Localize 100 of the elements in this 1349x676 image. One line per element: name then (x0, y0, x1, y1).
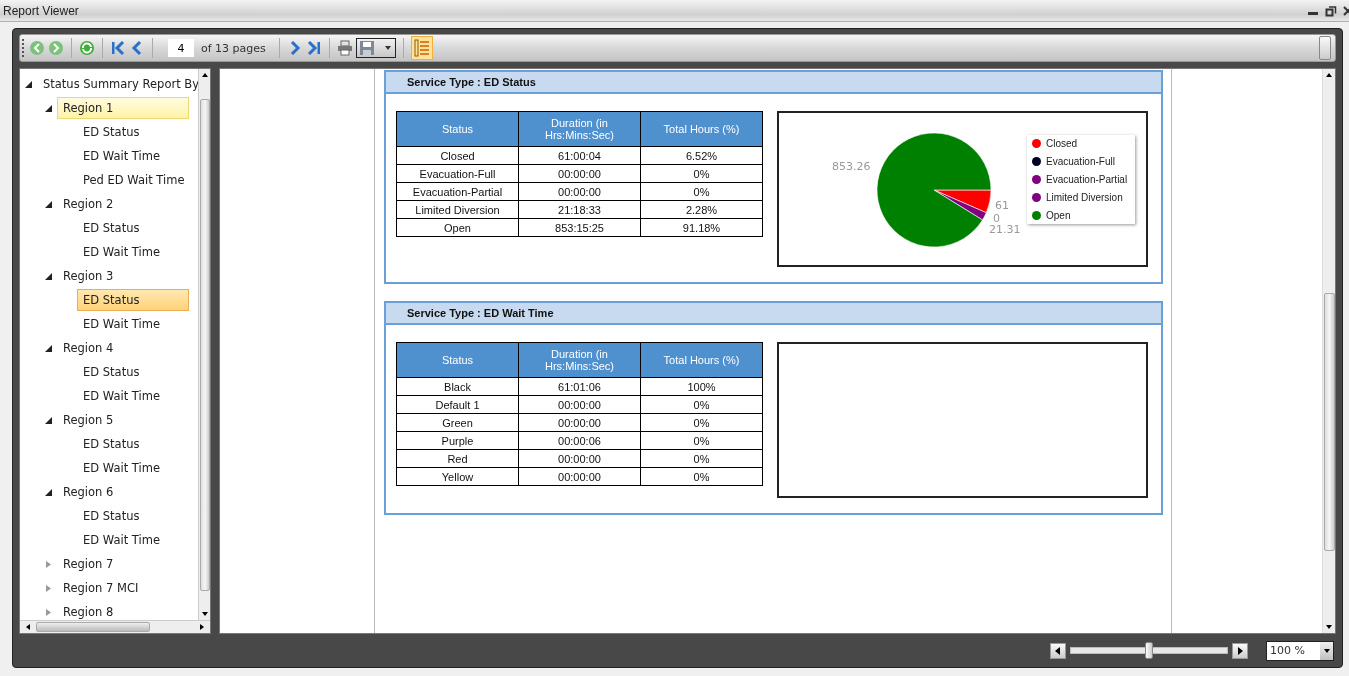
expanded-triangle-icon[interactable] (44, 199, 53, 209)
table-cell: Closed (396, 146, 519, 165)
tree-item[interactable]: ED Wait Time (77, 385, 166, 407)
table-cell: 6.52% (640, 146, 763, 165)
page-count-label: of 13 pages (201, 41, 266, 55)
tree-item[interactable]: ED Wait Time (77, 145, 166, 167)
scroll-left-icon[interactable] (24, 623, 32, 631)
close-icon[interactable] (1343, 5, 1349, 16)
table-cell: Black (396, 377, 519, 396)
expanded-triangle-icon[interactable] (44, 487, 53, 497)
scroll-right-icon[interactable] (198, 623, 206, 631)
table-cell: 61:00:04 (518, 146, 641, 165)
table-cell: 00:00:00 (518, 467, 641, 486)
expanded-triangle-icon[interactable] (44, 415, 53, 425)
tree-item[interactable]: ED Status (77, 505, 146, 527)
refresh-icon[interactable] (79, 40, 95, 56)
zoom-dropdown[interactable]: 100 % (1266, 640, 1334, 661)
tree-item[interactable]: ED Wait Time (77, 529, 166, 551)
vertical-scrollbar[interactable] (1322, 69, 1335, 633)
right-arrow-icon (1237, 646, 1243, 655)
legend-label: Evacuation-Partial (1046, 174, 1128, 185)
document-map-toggle[interactable] (410, 36, 433, 60)
table-cell: Green (396, 413, 519, 432)
tree-item[interactable]: Status Summary Report By (37, 73, 198, 95)
horizontal-scrollbar[interactable] (20, 620, 210, 633)
expanded-triangle-icon[interactable] (44, 343, 53, 353)
tree-item[interactable]: Region 4 (57, 337, 120, 359)
zoom-value: 100 % (1269, 644, 1306, 657)
column-header: Status (396, 111, 519, 147)
tree-item[interactable]: Region 7 (57, 553, 120, 575)
first-page-icon[interactable] (110, 40, 126, 56)
tree-item[interactable]: ED Status (77, 217, 146, 239)
tree-item[interactable]: ED Status (77, 433, 146, 455)
scroll-up-icon[interactable] (1325, 71, 1333, 79)
table-cell: 00:00:00 (518, 164, 641, 183)
restore-icon[interactable] (1325, 4, 1337, 17)
table-cell: 0% (640, 395, 763, 414)
page-number-field[interactable]: 4 (168, 39, 194, 57)
expanded-triangle-icon[interactable] (44, 271, 53, 281)
toolbar-overflow-button[interactable] (1319, 36, 1331, 60)
section-header: Service Type : ED Wait Time (386, 303, 1161, 325)
tree-item[interactable]: Region 1 (57, 97, 189, 119)
tree-item[interactable]: ED Status (77, 289, 189, 311)
tree-item[interactable]: ED Wait Time (77, 241, 166, 263)
legend-label: Evacuation-Full (1046, 156, 1115, 167)
tree-item[interactable]: ED Wait Time (77, 313, 166, 335)
zoom-in-button[interactable] (1232, 642, 1248, 659)
scroll-down-icon[interactable] (200, 610, 209, 618)
caret-icon (1323, 648, 1330, 653)
scroll-thumb[interactable] (1323, 293, 1335, 551)
legend-label: Limited Diversion (1046, 192, 1123, 203)
tree-item[interactable]: Region 5 (57, 409, 120, 431)
table-cell: 0% (640, 164, 763, 183)
caret-icon (384, 46, 391, 50)
slice-value-label: 853.26 (832, 160, 871, 173)
expanded-triangle-icon[interactable] (24, 79, 33, 89)
tree-item[interactable]: ED Wait Time (77, 457, 166, 479)
table-cell: Default 1 (396, 395, 519, 414)
table-cell: 00:00:00 (518, 395, 641, 414)
print-icon[interactable] (336, 40, 353, 56)
vertical-scrollbar[interactable] (198, 69, 210, 620)
zoom-slider[interactable] (1070, 642, 1228, 659)
scroll-thumb[interactable] (199, 98, 210, 591)
table-cell: 0% (640, 467, 763, 486)
collapsed-triangle-icon[interactable] (44, 583, 53, 593)
save-icon (358, 40, 375, 56)
column-header: Duration (in Hrs:Mins:Sec) (518, 111, 641, 147)
tree-item[interactable]: ED Status (77, 361, 146, 383)
tree-item[interactable]: Region 3 (57, 265, 120, 287)
scroll-up-icon[interactable] (200, 71, 209, 79)
table-cell: Open (396, 218, 519, 237)
table-cell: 100% (640, 377, 763, 396)
table-cell: 0% (640, 413, 763, 432)
zoom-out-button[interactable] (1050, 642, 1066, 659)
table-cell: 91.18% (640, 218, 763, 237)
table-cell: Purple (396, 431, 519, 450)
table-cell: 00:00:00 (518, 449, 641, 468)
tree-item[interactable]: Region 8 (57, 601, 120, 620)
column-header: Total Hours (%) (640, 342, 763, 378)
tree-item[interactable]: Region 2 (57, 193, 120, 215)
export-dropdown[interactable] (355, 38, 396, 58)
last-page-icon[interactable] (305, 40, 322, 56)
table-cell: 853:15:25 (518, 218, 641, 237)
slice-value-label: 21.31 (989, 223, 1021, 236)
slider-thumb[interactable] (1145, 642, 1153, 659)
collapsed-triangle-icon[interactable] (44, 607, 53, 617)
tree-item[interactable]: ED Status (77, 121, 146, 143)
column-header: Status (396, 342, 519, 378)
collapsed-triangle-icon[interactable] (44, 559, 53, 569)
tree-item[interactable]: Ped ED Wait Time (77, 169, 191, 191)
scroll-down-icon[interactable] (1325, 623, 1333, 631)
tree-item[interactable]: Region 7 MCI (57, 577, 145, 599)
table-cell: Evacuation-Partial (396, 182, 519, 201)
expanded-triangle-icon[interactable] (44, 103, 53, 113)
slice-value-label: 61 (995, 199, 1009, 212)
table-cell: Red (396, 449, 519, 468)
window-title: Report Viewer (2, 3, 79, 18)
scroll-thumb[interactable] (36, 622, 150, 632)
tree-item[interactable]: Region 6 (57, 481, 120, 503)
table-cell: 0% (640, 449, 763, 468)
